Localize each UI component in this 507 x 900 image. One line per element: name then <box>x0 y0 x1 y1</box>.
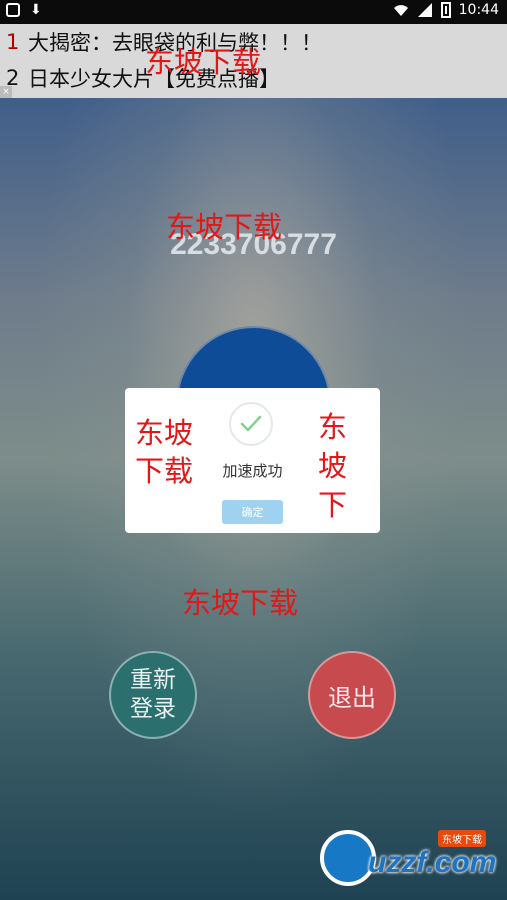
status-time: 10:44 <box>458 2 499 18</box>
logo-tag: 东坡下载 <box>438 830 486 847</box>
battery-icon <box>440 2 451 18</box>
download-icon: ⬇ <box>30 2 42 18</box>
confirm-button[interactable]: 确定 <box>222 500 283 524</box>
watermark-text: 东坡下载 <box>166 210 283 244</box>
status-bar: ⬇ 10:44 <box>0 0 507 24</box>
check-icon <box>229 402 273 446</box>
exit-button[interactable]: 退出 <box>308 651 396 739</box>
watermark-text: 东坡下载 <box>182 586 299 620</box>
ad-close-icon[interactable]: × <box>0 86 12 98</box>
site-logo: uzzf.com 东坡下载 <box>320 830 500 890</box>
relogin-button[interactable]: 重新登录 <box>109 651 197 739</box>
watermark-text: 东坡下载 <box>145 45 262 79</box>
app-notification-icon <box>6 3 20 17</box>
logo-text: uzzf.com <box>368 846 497 879</box>
signal-icon <box>417 3 432 17</box>
watermark-text: 东坡下载 <box>135 416 194 488</box>
ad-number: 1 <box>6 30 20 54</box>
watermark-text: 东坡下 <box>318 410 348 523</box>
wifi-icon <box>393 5 408 16</box>
